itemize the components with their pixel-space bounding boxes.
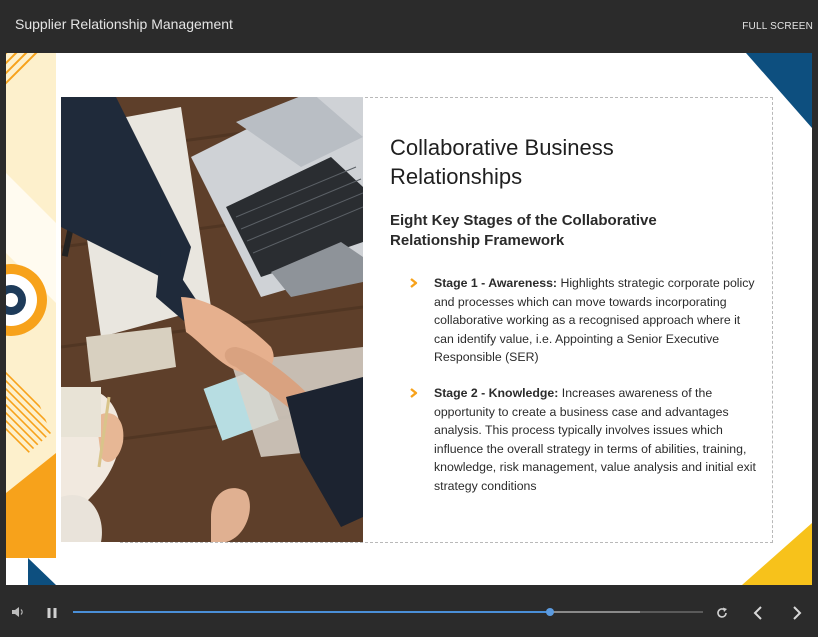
stage-title: Stage 2 - Knowledge:	[434, 385, 559, 400]
course-title: Supplier Relationship Management	[15, 16, 233, 32]
decorative-ring	[6, 264, 47, 336]
stage-list: Stage 1 - Awareness: Highlights strategi…	[406, 274, 756, 496]
list-item: Stage 2 - Knowledge: Increases awareness…	[406, 384, 756, 496]
player-controls	[0, 590, 818, 637]
progress-fill	[73, 611, 550, 613]
slide-canvas: Collaborative Business Relationships Eig…	[6, 53, 812, 585]
progress-bar[interactable]	[73, 608, 703, 616]
list-item: Stage 1 - Awareness: Highlights strategi…	[406, 274, 756, 367]
player-header: Supplier Relationship Management FULL SC…	[0, 0, 818, 52]
replay-icon[interactable]	[715, 606, 729, 620]
volume-icon[interactable]	[11, 605, 25, 619]
slide-subheading: Eight Key Stages of the Collaborative Re…	[390, 212, 657, 249]
text-panel: Collaborative Business Relationships Eig…	[390, 133, 770, 251]
stage-title: Stage 1 - Awareness:	[434, 276, 558, 290]
stage-description: Increases awareness of the opportunity t…	[434, 385, 756, 493]
slide-heading: Collaborative Business Relationships	[390, 135, 614, 189]
handshake-photo	[61, 97, 363, 542]
chevron-right-icon	[410, 278, 418, 288]
progress-handle[interactable]	[545, 608, 554, 616]
previous-icon[interactable]	[752, 606, 764, 620]
handshake-image	[61, 97, 363, 542]
next-icon[interactable]	[791, 606, 803, 620]
fullscreen-button[interactable]: FULL SCREEN	[742, 21, 813, 32]
chevron-right-icon	[410, 388, 418, 398]
pause-icon[interactable]	[46, 607, 58, 619]
